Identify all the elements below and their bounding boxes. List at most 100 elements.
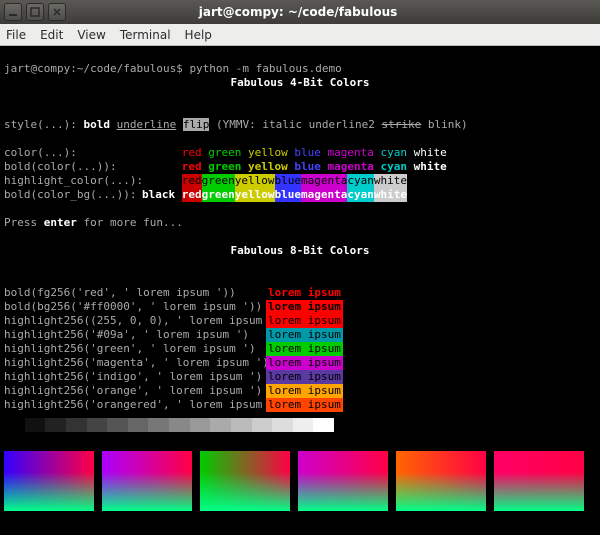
- bold-white: white: [414, 160, 447, 173]
- call-hl-09a: highlight256('#09a', ' lorem ipsum '): [4, 328, 266, 342]
- close-button[interactable]: [48, 3, 66, 21]
- hue-swatch: [4, 451, 94, 511]
- sample-hl-09a: lorem ipsum: [266, 328, 343, 342]
- press-enter-1a: Press: [4, 216, 44, 229]
- menu-file[interactable]: File: [6, 28, 26, 42]
- color-red: red: [182, 146, 202, 159]
- color-green: green: [208, 146, 241, 159]
- bold-cyan: cyan: [380, 160, 407, 173]
- hue-swatch: [298, 451, 388, 511]
- grey-swatch: [231, 418, 252, 432]
- window-title: jart@compy: ~/code/fabulous: [70, 5, 526, 19]
- hl-red: red: [182, 174, 202, 188]
- grey-swatch: [4, 418, 25, 432]
- shell-command: python -m fabulous.demo: [189, 62, 341, 75]
- sample-hl-green: lorem ipsum: [266, 342, 343, 356]
- grey-swatch: [190, 418, 211, 432]
- bold-magenta: magenta: [328, 160, 374, 173]
- shell-prompt: jart@compy:~/code/fabulous$: [4, 62, 183, 75]
- menu-terminal[interactable]: Terminal: [120, 28, 171, 42]
- boldbg-white: white: [374, 188, 407, 202]
- style-blink: blink): [428, 118, 468, 131]
- bold-red: red: [182, 160, 202, 173]
- grey-swatch: [210, 418, 231, 432]
- func-color: color(...):: [4, 146, 142, 160]
- grey-swatch: [25, 418, 46, 432]
- bold-blue: blue: [294, 160, 321, 173]
- boldbg-green: green: [202, 188, 235, 202]
- section-8bit-title: Fabulous 8-Bit Colors: [4, 244, 596, 258]
- boldbg-cyan: cyan: [347, 188, 374, 202]
- grey-swatch: [272, 418, 293, 432]
- grey-swatch: [128, 418, 149, 432]
- grey-swatch: [169, 418, 190, 432]
- boldbg-yellow: yellow: [235, 188, 275, 202]
- call-hl-orangered: highlight256('orangered', ' lorem ipsum …: [4, 398, 266, 412]
- grey-swatch: [87, 418, 108, 432]
- grey-swatch: [148, 418, 169, 432]
- hl-blue: blue: [275, 174, 302, 188]
- menu-view[interactable]: View: [77, 28, 105, 42]
- menu-help[interactable]: Help: [185, 28, 212, 42]
- bold-black: black: [142, 160, 175, 173]
- hl-cyan: cyan: [347, 174, 374, 188]
- sample-hl-red: lorem ipsum: [266, 314, 343, 328]
- bold-green: green: [208, 160, 241, 173]
- press-enter-1c: for more fun...: [77, 216, 183, 229]
- call-hl-orange: highlight256('orange', ' lorem ipsum '): [4, 384, 266, 398]
- sample-hl-magenta: lorem ipsum: [266, 356, 343, 370]
- style-label: style(...):: [4, 118, 77, 131]
- style-flip: flip: [183, 118, 210, 131]
- press-enter-1b: enter: [44, 216, 77, 229]
- style-strike: strike: [382, 118, 422, 131]
- hl-yellow: yellow: [235, 174, 275, 188]
- terminal[interactable]: jart@compy:~/code/fabulous$ python -m fa…: [0, 46, 600, 535]
- hl-green: green: [202, 174, 235, 188]
- grey-swatch: [313, 418, 334, 432]
- call-bg256-red: bold(bg256('#ff0000', ' lorem ipsum ')): [4, 300, 266, 314]
- section-4bit-title: Fabulous 4-Bit Colors: [4, 76, 596, 90]
- color-blue: blue: [294, 146, 321, 159]
- color-yellow: yellow: [248, 146, 288, 159]
- hue-swatch: [396, 451, 486, 511]
- grey-swatch: [66, 418, 87, 432]
- hue-swatch: [102, 451, 192, 511]
- boldbg-magenta: magenta: [301, 188, 347, 202]
- hue-swatch: [200, 451, 290, 511]
- sample-hl-orange: lorem ipsum: [266, 384, 343, 398]
- grey-swatch: [293, 418, 314, 432]
- color-cyan: cyan: [380, 146, 407, 159]
- call-fg256-red: bold(fg256('red', ' lorem ipsum ')): [4, 286, 266, 300]
- color-white: white: [414, 146, 447, 159]
- style-underline: underline: [117, 118, 177, 131]
- hl-magenta: magenta: [301, 174, 347, 188]
- func-boldbg: bold(color_bg(...)):: [4, 188, 142, 202]
- func-highlight: highlight_color(...):: [4, 174, 142, 188]
- sample-hl-orangered: lorem ipsum: [266, 398, 343, 412]
- call-hl-magenta: highlight256('magenta', ' lorem ipsum '): [4, 356, 266, 370]
- menubar: File Edit View Terminal Help: [0, 24, 600, 46]
- boldbg-blue: blue: [275, 188, 302, 202]
- sample-bg-red: lorem ipsum: [266, 300, 343, 314]
- style-bold: bold: [83, 118, 110, 131]
- boldbg-red: red: [182, 188, 202, 202]
- boldbg-black-label: black: [142, 188, 175, 201]
- maximize-button[interactable]: [26, 3, 44, 21]
- call-hl-rgb-red: highlight256((255, 0, 0), ' lorem ipsum …: [4, 314, 266, 328]
- hue-swatch: [494, 451, 584, 511]
- grey-swatch-row: [4, 418, 334, 432]
- hue-swatch-row: [4, 451, 596, 511]
- minimize-button[interactable]: [4, 3, 22, 21]
- sample-fg-red: lorem ipsum: [266, 286, 343, 300]
- menu-edit[interactable]: Edit: [40, 28, 63, 42]
- grey-swatch: [107, 418, 128, 432]
- color-magenta: magenta: [328, 146, 374, 159]
- call-hl-indigo: highlight256('indigo', ' lorem ipsum '): [4, 370, 266, 384]
- bold-yellow: yellow: [248, 160, 288, 173]
- grey-swatch: [45, 418, 66, 432]
- call-hl-green: highlight256('green', ' lorem ipsum '): [4, 342, 266, 356]
- grey-swatch: [252, 418, 273, 432]
- sample-hl-indigo: lorem ipsum: [266, 370, 343, 384]
- hl-white: white: [374, 174, 407, 188]
- func-boldcolor: bold(color(...)):: [4, 160, 142, 174]
